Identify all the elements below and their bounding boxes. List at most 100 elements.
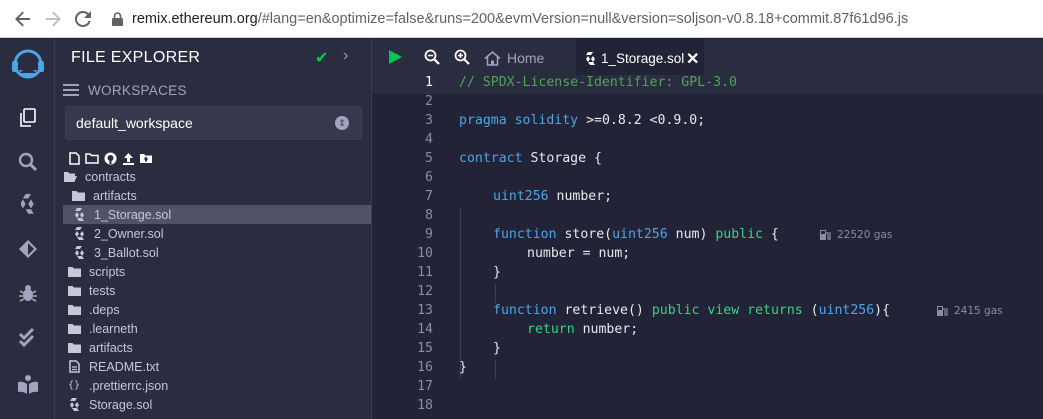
- code-area[interactable]: 1 // SPDX-License-Identifier: GPL-3.0 2 3…: [372, 75, 1043, 419]
- code-text: function retrieve() public view returns …: [493, 303, 891, 318]
- json-braces-icon: {}: [67, 380, 81, 391]
- tree-label: .learneth: [89, 321, 138, 336]
- close-tab-icon[interactable]: ✕: [686, 49, 699, 69]
- tab-home[interactable]: Home: [484, 39, 544, 77]
- gas-estimate-retrieve: 2415 gas: [936, 305, 1003, 317]
- tab-home-label: Home: [507, 50, 545, 66]
- line-number: 16: [417, 360, 433, 375]
- tree-folder-artifacts[interactable]: artifacts: [55, 186, 372, 205]
- chevron-right-icon[interactable]: ›: [343, 47, 348, 65]
- tree-label: artifacts: [89, 340, 133, 355]
- text-file-icon: [67, 360, 81, 374]
- tree-file-storage[interactable]: Storage.sol: [55, 395, 372, 414]
- tree-label: README.txt: [89, 359, 160, 374]
- icon-panel: [0, 39, 55, 419]
- reload-icon[interactable]: [68, 4, 98, 34]
- line-number: 14: [417, 322, 433, 337]
- hamburger-menu-icon[interactable]: [63, 84, 79, 96]
- line-number: 4: [425, 132, 433, 147]
- back-arrow-icon[interactable]: [8, 4, 38, 34]
- file-tree: contracts artifacts 1_Storage.sol 2_Owne…: [55, 167, 372, 414]
- tree-file-3-ballot[interactable]: 3_Ballot.sol: [55, 243, 372, 262]
- solidity-compiler-icon[interactable]: [0, 189, 55, 221]
- remix-logo-icon[interactable]: [6, 43, 50, 87]
- tree-label: 3_Ballot.sol: [94, 245, 159, 260]
- line-number: 7: [425, 189, 433, 204]
- code-line: 9 function store(uint256 num) public {: [372, 227, 1043, 246]
- run-play-icon[interactable]: [387, 49, 403, 70]
- remix-app: FILE EXPLORER ✔ › WORKSPACES default_wor…: [0, 39, 1043, 419]
- solidity-file-icon: [67, 398, 81, 412]
- folder-open-icon: [63, 170, 77, 184]
- line-number: 3: [425, 113, 433, 128]
- address-bar[interactable]: remix.ethereum.org/#lang=en&optimize=fal…: [108, 10, 908, 28]
- tree-folder-deps[interactable]: .deps: [55, 300, 372, 319]
- learneth-book-icon[interactable]: [0, 368, 55, 400]
- code-text: contract Storage {: [459, 151, 602, 166]
- home-icon: [484, 50, 501, 66]
- lock-icon[interactable]: [108, 10, 126, 28]
- tree-label: .deps: [89, 302, 120, 317]
- testing-check-icon[interactable]: [0, 321, 55, 353]
- zoom-in-icon[interactable]: [454, 49, 470, 70]
- code-text: uint256 number;: [493, 189, 613, 204]
- code-line: 17: [372, 379, 1043, 398]
- check-icon: ✔: [315, 50, 329, 67]
- code-line: 2: [372, 94, 1043, 113]
- file-explorer-icon[interactable]: [0, 102, 55, 134]
- tree-file-2-owner[interactable]: 2_Owner.sol: [55, 224, 372, 243]
- new-folder-icon[interactable]: [85, 151, 99, 165]
- solidity-file-icon: [72, 227, 86, 241]
- zoom-out-icon[interactable]: [424, 49, 440, 70]
- folder-icon: [67, 284, 81, 298]
- line-number: 18: [417, 398, 433, 413]
- line-number: 2: [425, 94, 433, 109]
- forward-arrow-icon[interactable]: [38, 4, 68, 34]
- line-number: 12: [417, 284, 433, 299]
- line-number: 8: [425, 208, 433, 223]
- code-line: 1 // SPDX-License-Identifier: GPL-3.0: [372, 75, 1043, 94]
- tree-folder-artifacts-root[interactable]: artifacts: [55, 338, 372, 357]
- folder-icon: [67, 265, 81, 279]
- tree-label: scripts: [89, 264, 126, 279]
- workspace-select[interactable]: default_workspace ⇕: [65, 106, 362, 140]
- url-text[interactable]: remix.ethereum.org/#lang=en&optimize=fal…: [132, 11, 908, 27]
- upload-folder-icon[interactable]: [139, 151, 153, 165]
- panel-title: FILE EXPLORER: [71, 49, 201, 66]
- code-text: pragma solidity >=0.8.2 <0.9.0;: [459, 113, 706, 128]
- select-arrows-icon: ⇕: [335, 116, 349, 130]
- code-text: return number;: [527, 322, 639, 337]
- debugger-bug-icon[interactable]: [0, 277, 55, 309]
- tree-file-1-storage[interactable]: 1_Storage.sol: [63, 205, 371, 224]
- solidity-file-icon: [72, 208, 86, 222]
- tree-folder-contracts[interactable]: contracts: [55, 167, 372, 186]
- code-text: }: [493, 265, 501, 280]
- deploy-run-icon[interactable]: [0, 233, 55, 265]
- search-icon[interactable]: [0, 146, 55, 178]
- code-line: 16}: [372, 360, 1043, 379]
- tree-folder-learneth[interactable]: .learneth: [55, 319, 372, 338]
- code-text: number = num;: [527, 246, 631, 261]
- github-icon[interactable]: [103, 151, 117, 165]
- tree-folder-tests[interactable]: tests: [55, 281, 372, 300]
- new-file-icon[interactable]: [67, 151, 81, 165]
- browser-toolbar: remix.ethereum.org/#lang=en&optimize=fal…: [0, 0, 1043, 38]
- tree-file-prettierrc[interactable]: {} .prettierrc.json: [55, 376, 372, 395]
- code-line: 12: [372, 284, 1043, 303]
- code-line: 10 number = num;: [372, 246, 1043, 265]
- code-line: 18: [372, 398, 1043, 417]
- file-explorer-panel: FILE EXPLORER ✔ › WORKSPACES default_wor…: [55, 39, 372, 419]
- upload-icon[interactable]: [121, 151, 135, 165]
- code-line: 5 contract Storage {: [372, 151, 1043, 170]
- tree-label: artifacts: [93, 188, 137, 203]
- tree-folder-scripts[interactable]: scripts: [55, 262, 372, 281]
- code-line: 14 return number;: [372, 322, 1043, 341]
- code-line: 11}: [372, 265, 1043, 284]
- folder-icon: [67, 322, 81, 336]
- tree-file-readme[interactable]: README.txt: [55, 357, 372, 376]
- tab-1-storage[interactable]: 1_Storage.sol ✕: [576, 39, 704, 77]
- code-text: function store(uint256 num) public {: [493, 227, 779, 242]
- gas-pump-icon: [936, 305, 948, 317]
- line-number: 10: [417, 246, 433, 261]
- solidity-file-icon: [72, 246, 86, 260]
